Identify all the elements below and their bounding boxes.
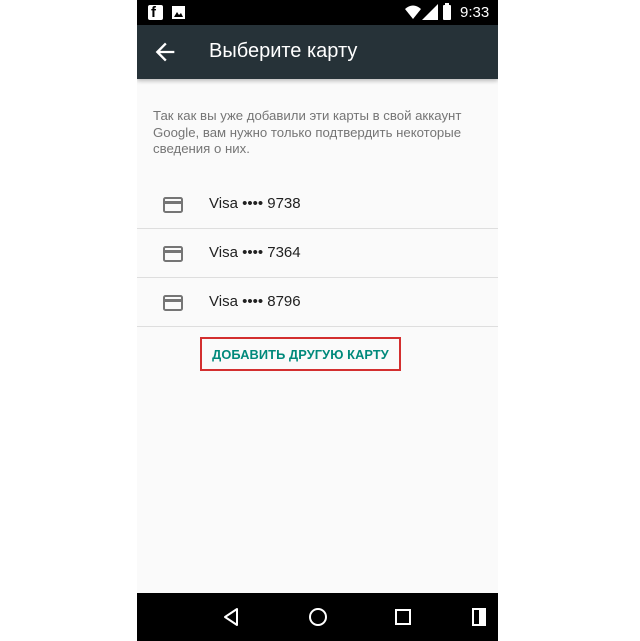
status-bar: f 9:33 <box>137 0 498 25</box>
add-card-button[interactable]: ДОБАВИТЬ ДРУГУЮ КАРТУ <box>200 337 401 371</box>
divider <box>137 277 498 278</box>
card-label: Visa •••• 9738 <box>209 195 301 212</box>
description-text: Так как вы уже добавили эти карты в свой… <box>153 108 462 156</box>
arrow-back-icon[interactable] <box>151 38 179 66</box>
recents-square-icon[interactable] <box>391 605 415 629</box>
card-label: Visa •••• 7364 <box>209 244 301 261</box>
card-item[interactable]: Visa •••• 7364 <box>137 230 498 278</box>
credit-card-icon <box>163 295 183 311</box>
signal-icon <box>422 4 438 20</box>
wifi-icon <box>405 5 421 19</box>
divider <box>137 228 498 229</box>
page-title: Выберите карту <box>209 40 358 62</box>
battery-icon <box>443 3 451 20</box>
app-bar: Выберите карту <box>137 25 498 79</box>
image-icon <box>172 6 185 19</box>
navigation-bar <box>137 593 498 641</box>
facebook-icon: f <box>148 4 163 21</box>
split-screen-icon[interactable] <box>467 605 491 629</box>
card-item[interactable]: Visa •••• 9738 <box>137 181 498 229</box>
status-time: 9:33 <box>460 4 490 21</box>
home-circle-icon[interactable] <box>306 605 330 629</box>
credit-card-icon <box>163 246 183 262</box>
back-triangle-icon[interactable] <box>220 605 244 629</box>
card-label: Visa •••• 8796 <box>209 293 301 310</box>
phone-screen: f 9:33 Выберите карту Так как вы уже доб… <box>137 0 498 641</box>
divider <box>137 326 498 327</box>
credit-card-icon <box>163 197 183 213</box>
card-item[interactable]: Visa •••• 8796 <box>137 279 498 327</box>
